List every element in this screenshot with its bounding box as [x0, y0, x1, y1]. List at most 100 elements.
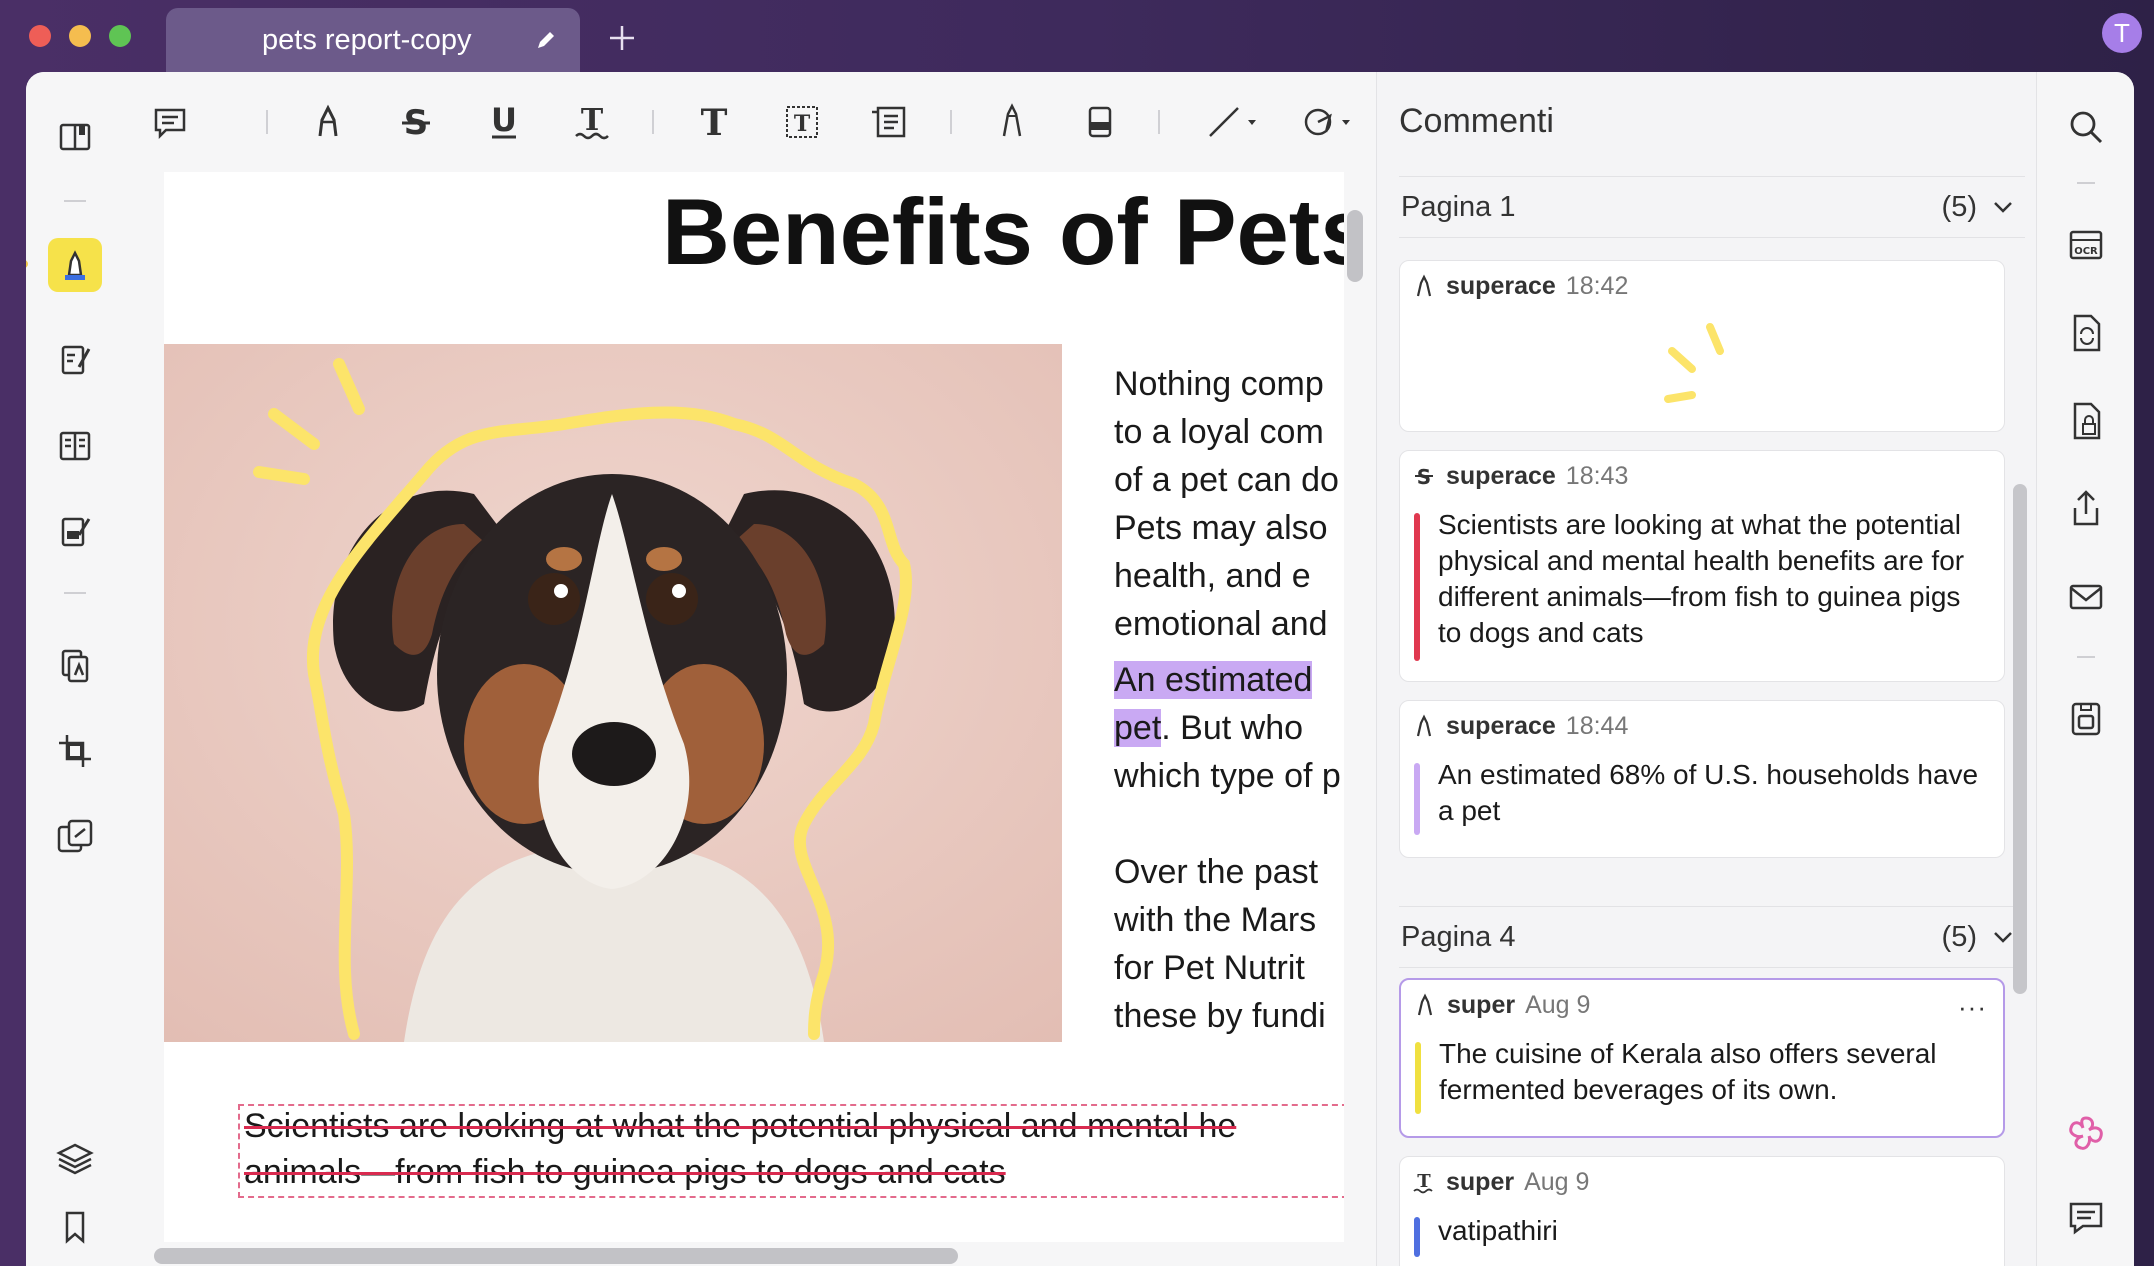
note-tool[interactable]: [142, 94, 198, 150]
organize-pages-icon[interactable]: [48, 638, 102, 692]
dog-photo[interactable]: [164, 344, 1062, 1042]
shape-line-tool[interactable]: [1194, 94, 1274, 150]
sticker-icon: [1304, 108, 1350, 136]
bookmark-icon[interactable]: [48, 1200, 102, 1254]
close-window-button[interactable]: [29, 25, 51, 47]
svg-text:T: T: [794, 111, 811, 137]
comment-text: The cuisine of Kerala also offers severa…: [1439, 1038, 1937, 1105]
pdf-page[interactable]: Benefits of Pets Nothing comp to a loyal…: [164, 172, 1344, 1242]
sidebar-divider: [64, 200, 86, 202]
layers-icon[interactable]: [48, 1132, 102, 1186]
text-callout-tool[interactable]: [862, 94, 918, 150]
document-title: Benefits of Pets: [662, 179, 1344, 284]
text-icon: T: [701, 102, 728, 142]
protect-file-icon[interactable]: [2065, 400, 2107, 442]
pencil-tool[interactable]: [984, 94, 1040, 150]
crop-icon[interactable]: [48, 724, 102, 778]
highlighter-tool[interactable]: [300, 94, 356, 150]
comment-card[interactable]: T super Aug 9 vatipathiri: [1399, 1156, 2005, 1266]
paragraph-3: Over the past with the Mars for Pet Nutr…: [1114, 848, 1326, 1040]
document-tab[interactable]: pets report-copy: [166, 8, 580, 72]
more-options-icon[interactable]: ···: [1958, 992, 1987, 1023]
comment-card-selected[interactable]: super Aug 9 ··· The cuisine of Kerala al…: [1399, 978, 2005, 1138]
highlighted-text[interactable]: An estimated: [1114, 661, 1313, 699]
comment-card[interactable]: superace 18:42: [1399, 260, 2005, 432]
comments-panel: Commenti Pagina 1 (5) superace 18:42 S s…: [1376, 72, 2037, 1266]
page-view-icon[interactable]: [48, 418, 102, 472]
comment-header: superace 18:44: [1412, 711, 1628, 741]
annotation-color-bar: [1415, 1042, 1421, 1114]
textbox-icon: T: [786, 106, 818, 138]
pencil-icon: [1002, 103, 1022, 137]
section-header-page-1[interactable]: Pagina 1 (5): [1399, 176, 2025, 238]
comment-card[interactable]: superace 18:44 An estimated 68% of U.S. …: [1399, 700, 2005, 858]
search-icon[interactable]: [2065, 106, 2107, 148]
mail-icon[interactable]: [2065, 576, 2107, 618]
comment-text: An estimated 68% of U.S. households have…: [1438, 759, 1979, 826]
comment-author: superace: [1446, 271, 1556, 300]
plus-icon[interactable]: [606, 22, 638, 54]
sidebar-divider: [2077, 656, 2095, 658]
convert-icon[interactable]: [48, 810, 102, 864]
text-line: health, and e: [1114, 557, 1311, 595]
comment-author: superace: [1446, 461, 1556, 490]
fill-sign-icon[interactable]: [48, 504, 102, 558]
note-icon: [154, 108, 186, 140]
strikethrough-text: Scientists are looking at what the poten…: [244, 1107, 1237, 1145]
document-viewer[interactable]: Benefits of Pets Nothing comp to a loyal…: [124, 172, 1376, 1266]
app-window: S U T T T Benefits of Pets Nothing comp …: [26, 72, 2134, 1266]
annotation-color-bar: [1414, 763, 1420, 835]
highlighted-text[interactable]: pet: [1114, 709, 1162, 747]
highlighter-icon: [1417, 993, 1433, 1016]
save-icon[interactable]: [2065, 698, 2107, 740]
comment-list-icon[interactable]: [2065, 1196, 2107, 1238]
chevron-down-icon[interactable]: [1991, 925, 2015, 949]
section-label: Pagina 1: [1401, 191, 1516, 223]
strikethrough-tool[interactable]: S: [388, 94, 444, 150]
paragraph-2: An estimated pet. But who which type of …: [1114, 656, 1341, 800]
squiggly-tool[interactable]: T: [564, 94, 620, 150]
comment-time: 18:42: [1565, 271, 1629, 300]
underline-icon: U: [491, 102, 517, 139]
text-line: emotional and: [1114, 605, 1328, 643]
comment-card[interactable]: S superace 18:43 Scientists are looking …: [1399, 450, 2005, 682]
comment-mode-icon[interactable]: [48, 238, 102, 292]
share-icon[interactable]: [2065, 488, 2107, 530]
left-sidebar: [26, 72, 125, 1266]
ocr-icon[interactable]: OCR: [2065, 224, 2107, 266]
active-indicator: [26, 260, 28, 268]
section-count: (5): [1941, 191, 1977, 223]
stamp-sticker-tool[interactable]: [1290, 94, 1370, 150]
section-header-page-4[interactable]: Pagina 4 (5): [1399, 906, 2025, 968]
comment-time: Aug 9: [1525, 990, 1591, 1019]
edit-pdf-icon[interactable]: [48, 332, 102, 386]
ai-assistant-icon[interactable]: [2065, 1112, 2107, 1154]
underline-tool[interactable]: U: [476, 94, 532, 150]
document-horizontal-scrollbar[interactable]: [154, 1248, 958, 1264]
reader-mode-icon[interactable]: [48, 110, 102, 164]
annotation-color-bar: [1414, 1217, 1420, 1257]
text-tool[interactable]: T: [686, 94, 742, 150]
text-line: Pets may also: [1114, 509, 1328, 547]
chevron-down-icon[interactable]: [1991, 195, 2015, 219]
comment-author: super: [1447, 990, 1516, 1019]
annotation-color-bar: [1414, 513, 1420, 661]
comment-header: super Aug 9: [1413, 990, 1590, 1020]
text-line: which type of p: [1114, 757, 1341, 795]
document-vertical-scrollbar[interactable]: [1347, 210, 1363, 282]
avatar[interactable]: T: [2102, 13, 2142, 53]
textbox-tool[interactable]: T: [774, 94, 830, 150]
minimize-window-button[interactable]: [69, 25, 91, 47]
strikethrough-text: animals—from fish to guinea pigs to dogs…: [244, 1153, 1006, 1191]
comments-scrollbar[interactable]: [2013, 484, 2027, 994]
comment-header: T super Aug 9: [1412, 1167, 1589, 1197]
toolbar-divider: [1158, 110, 1160, 134]
zoom-window-button[interactable]: [109, 25, 131, 47]
eraser-tool[interactable]: [1072, 94, 1128, 150]
tab-title: pets report-copy: [262, 24, 472, 56]
comment-header: S superace 18:43: [1412, 461, 1628, 491]
pencil-icon[interactable]: [534, 28, 558, 52]
comment-time: 18:43: [1565, 461, 1629, 490]
comment-author: super: [1446, 1167, 1515, 1196]
convert-file-icon[interactable]: [2065, 312, 2107, 354]
